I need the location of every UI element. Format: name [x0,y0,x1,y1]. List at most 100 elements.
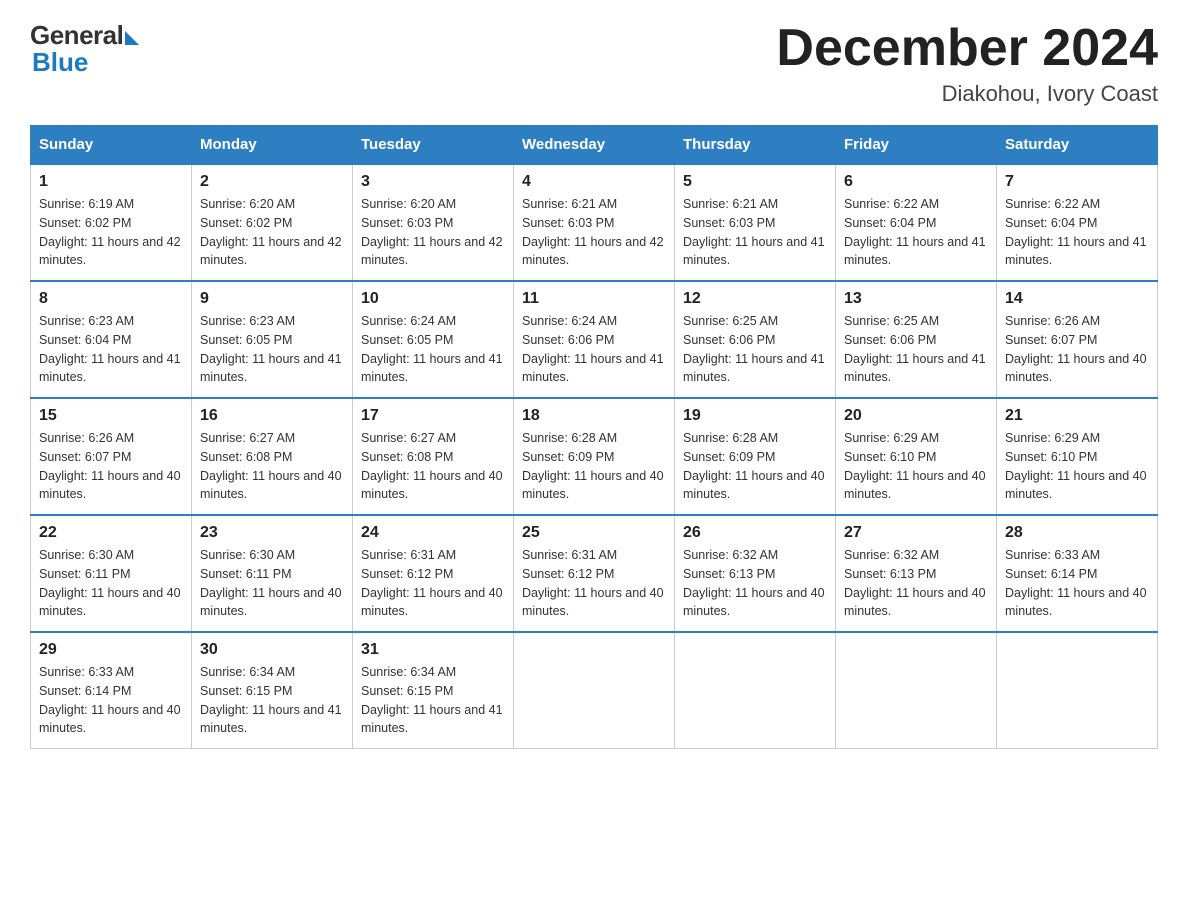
calendar-cell [675,632,836,749]
day-sun-info: Sunrise: 6:24 AMSunset: 6:06 PMDaylight:… [522,312,666,387]
calendar-cell: 9 Sunrise: 6:23 AMSunset: 6:05 PMDaylight… [192,281,353,398]
calendar-cell: 27 Sunrise: 6:32 AMSunset: 6:13 PMDayligh… [836,515,997,632]
day-number: 21 [1005,407,1149,425]
calendar-cell: 10Sunrise: 6:24 AMSunset: 6:05 PMDayligh… [353,281,514,398]
day-sun-info: Sunrise: 6:21 AMSunset: 6:03 PMDaylight:… [522,195,666,270]
logo-arrow-icon [125,31,139,45]
calendar-cell: 23 Sunrise: 6:30 AMSunset: 6:11 PMDayligh… [192,515,353,632]
calendar-cell: 11 Sunrise: 6:24 AMSunset: 6:06 PMDayligh… [514,281,675,398]
calendar-cell: 19 Sunrise: 6:28 AMSunset: 6:09 PMDayligh… [675,398,836,515]
calendar-cell: 16 Sunrise: 6:27 AMSunset: 6:08 PMDayligh… [192,398,353,515]
location-label: Diakohou, Ivory Coast [776,81,1158,107]
day-number: 20 [844,407,988,425]
day-number: 1 [39,173,183,191]
day-sun-info: Sunrise: 6:28 AMSunset: 6:09 PMDaylight:… [522,429,666,504]
calendar-cell: 3 Sunrise: 6:20 AMSunset: 6:03 PMDaylight… [353,164,514,281]
calendar-cell: 4Sunrise: 6:21 AMSunset: 6:03 PMDaylight… [514,164,675,281]
calendar-cell: 17Sunrise: 6:27 AMSunset: 6:08 PMDayligh… [353,398,514,515]
day-sun-info: Sunrise: 6:33 AMSunset: 6:14 PMDaylight:… [1005,546,1149,621]
day-sun-info: Sunrise: 6:20 AMSunset: 6:02 PMDaylight:… [200,195,344,270]
calendar-table: SundayMondayTuesdayWednesdayThursdayFrid… [30,125,1158,749]
month-title: December 2024 [776,20,1158,77]
calendar-cell: 14Sunrise: 6:26 AMSunset: 6:07 PMDayligh… [997,281,1158,398]
day-number: 6 [844,173,988,191]
day-number: 2 [200,173,344,191]
day-number: 27 [844,524,988,542]
day-number: 12 [683,290,827,308]
calendar-cell: 18 Sunrise: 6:28 AMSunset: 6:09 PMDayligh… [514,398,675,515]
day-number: 10 [361,290,505,308]
day-sun-info: Sunrise: 6:26 AMSunset: 6:07 PMDaylight:… [39,429,183,504]
day-number: 31 [361,641,505,659]
calendar-cell [997,632,1158,749]
calendar-cell: 26 Sunrise: 6:32 AMSunset: 6:13 PMDayligh… [675,515,836,632]
day-number: 18 [522,407,666,425]
day-sun-info: Sunrise: 6:27 AMSunset: 6:08 PMDaylight:… [200,429,344,504]
day-sun-info: Sunrise: 6:32 AMSunset: 6:13 PMDaylight:… [683,546,827,621]
calendar-cell: 22Sunrise: 6:30 AMSunset: 6:11 PMDayligh… [31,515,192,632]
day-number: 8 [39,290,183,308]
day-sun-info: Sunrise: 6:21 AMSunset: 6:03 PMDaylight:… [683,195,827,270]
day-number: 17 [361,407,505,425]
day-number: 13 [844,290,988,308]
day-number: 29 [39,641,183,659]
calendar-cell: 1Sunrise: 6:19 AMSunset: 6:02 PMDaylight… [31,164,192,281]
day-sun-info: Sunrise: 6:25 AMSunset: 6:06 PMDaylight:… [683,312,827,387]
day-number: 26 [683,524,827,542]
calendar-cell: 30Sunrise: 6:34 AMSunset: 6:15 PMDayligh… [192,632,353,749]
col-header-saturday: Saturday [997,126,1158,165]
calendar-cell: 20 Sunrise: 6:29 AMSunset: 6:10 PMDayligh… [836,398,997,515]
col-header-thursday: Thursday [675,126,836,165]
calendar-week-1: 1Sunrise: 6:19 AMSunset: 6:02 PMDaylight… [31,164,1158,281]
calendar-cell: 8 Sunrise: 6:23 AMSunset: 6:04 PMDaylight… [31,281,192,398]
day-sun-info: Sunrise: 6:29 AMSunset: 6:10 PMDaylight:… [844,429,988,504]
day-sun-info: Sunrise: 6:32 AMSunset: 6:13 PMDaylight:… [844,546,988,621]
col-header-wednesday: Wednesday [514,126,675,165]
calendar-cell: 28 Sunrise: 6:33 AMSunset: 6:14 PMDayligh… [997,515,1158,632]
day-number: 15 [39,407,183,425]
day-number: 24 [361,524,505,542]
col-header-sunday: Sunday [31,126,192,165]
day-sun-info: Sunrise: 6:20 AMSunset: 6:03 PMDaylight:… [361,195,505,270]
day-sun-info: Sunrise: 6:23 AMSunset: 6:04 PMDaylight:… [39,312,183,387]
day-sun-info: Sunrise: 6:22 AMSunset: 6:04 PMDaylight:… [844,195,988,270]
day-sun-info: Sunrise: 6:33 AMSunset: 6:14 PMDaylight:… [39,663,183,738]
day-number: 16 [200,407,344,425]
day-number: 3 [361,173,505,191]
page-header: General Blue December 2024 Diakohou, Ivo… [30,20,1158,107]
calendar-cell: 13 Sunrise: 6:25 AMSunset: 6:06 PMDayligh… [836,281,997,398]
day-number: 23 [200,524,344,542]
calendar-cell [836,632,997,749]
day-number: 7 [1005,173,1149,191]
calendar-week-3: 15 Sunrise: 6:26 AMSunset: 6:07 PMDayligh… [31,398,1158,515]
day-number: 14 [1005,290,1149,308]
title-section: December 2024 Diakohou, Ivory Coast [776,20,1158,107]
logo: General Blue [30,20,139,78]
calendar-cell: 2 Sunrise: 6:20 AMSunset: 6:02 PMDaylight… [192,164,353,281]
calendar-cell: 6 Sunrise: 6:22 AMSunset: 6:04 PMDaylight… [836,164,997,281]
day-number: 9 [200,290,344,308]
calendar-week-4: 22Sunrise: 6:30 AMSunset: 6:11 PMDayligh… [31,515,1158,632]
calendar-cell: 21Sunrise: 6:29 AMSunset: 6:10 PMDayligh… [997,398,1158,515]
day-number: 25 [522,524,666,542]
day-sun-info: Sunrise: 6:28 AMSunset: 6:09 PMDaylight:… [683,429,827,504]
calendar-cell: 24Sunrise: 6:31 AMSunset: 6:12 PMDayligh… [353,515,514,632]
day-sun-info: Sunrise: 6:30 AMSunset: 6:11 PMDaylight:… [39,546,183,621]
day-number: 28 [1005,524,1149,542]
day-number: 30 [200,641,344,659]
col-header-friday: Friday [836,126,997,165]
day-sun-info: Sunrise: 6:30 AMSunset: 6:11 PMDaylight:… [200,546,344,621]
calendar-cell: 31Sunrise: 6:34 AMSunset: 6:15 PMDayligh… [353,632,514,749]
logo-blue-text: Blue [32,47,88,78]
calendar-cell: 29 Sunrise: 6:33 AMSunset: 6:14 PMDayligh… [31,632,192,749]
day-number: 5 [683,173,827,191]
calendar-week-5: 29 Sunrise: 6:33 AMSunset: 6:14 PMDayligh… [31,632,1158,749]
calendar-cell: 12 Sunrise: 6:25 AMSunset: 6:06 PMDayligh… [675,281,836,398]
day-number: 19 [683,407,827,425]
calendar-cell: 15 Sunrise: 6:26 AMSunset: 6:07 PMDayligh… [31,398,192,515]
day-number: 11 [522,290,666,308]
day-sun-info: Sunrise: 6:25 AMSunset: 6:06 PMDaylight:… [844,312,988,387]
calendar-cell [514,632,675,749]
day-sun-info: Sunrise: 6:31 AMSunset: 6:12 PMDaylight:… [522,546,666,621]
day-sun-info: Sunrise: 6:23 AMSunset: 6:05 PMDaylight:… [200,312,344,387]
